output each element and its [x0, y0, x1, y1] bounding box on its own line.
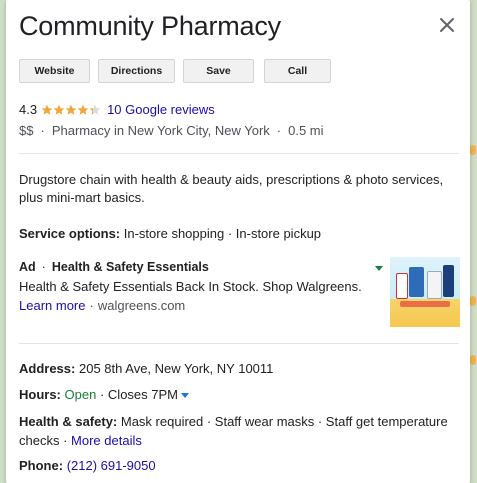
save-button[interactable]: Save [183, 59, 254, 83]
phone-row: Phone: (212) 691-9050 [19, 458, 156, 473]
phone-label: Phone: [19, 458, 64, 473]
map-marker[interactable] [470, 296, 476, 306]
service-options: Service options: In-store shopping · In-… [19, 226, 321, 241]
star-icon [77, 104, 89, 115]
divider [19, 153, 459, 154]
rating-score: 4.3 [19, 102, 38, 117]
price-level: $$ [19, 123, 34, 138]
product-image [409, 267, 424, 297]
call-button[interactable]: Call [264, 59, 331, 83]
more-details-link[interactable]: More details [71, 433, 142, 448]
map-edge[interactable] [469, 0, 477, 483]
hours-label: Hours: [19, 387, 61, 402]
ad-text: Health & Safety Essentials Back In Stock… [19, 279, 362, 294]
rating-row: 4.3 10 Google reviews [19, 102, 215, 117]
separator-dot: · [99, 387, 105, 402]
product-image [427, 271, 442, 299]
hours-row: Hours: Open · Closes 7PM [19, 387, 189, 402]
health-safety-label: Health & safety: [19, 414, 118, 429]
directions-button[interactable]: Directions [98, 59, 175, 83]
learn-more-link[interactable]: Learn more [19, 298, 85, 313]
ad-image[interactable] [390, 257, 460, 327]
chevron-down-icon[interactable] [181, 393, 189, 399]
meta-row: $$ · Pharmacy in New York City, New York · 0… [19, 123, 324, 138]
star-icon [53, 104, 65, 115]
action-buttons: Website Directions Save Call [19, 59, 331, 83]
place-card: Community Pharmacy Website Directions Sa… [6, 0, 470, 483]
phone-link[interactable]: (212) 691-9050 [67, 458, 156, 473]
address-label: Address: [19, 361, 76, 376]
separator-dot: · [276, 123, 282, 138]
map-marker[interactable] [470, 355, 476, 365]
close-icon[interactable] [436, 14, 458, 36]
category: Pharmacy in New York City, New York [51, 123, 270, 138]
ad-tag: Ad [19, 260, 36, 274]
product-image [443, 265, 454, 297]
reviews-link[interactable]: 10 Google reviews [107, 102, 215, 117]
triangle-down-icon[interactable] [375, 266, 383, 271]
product-image [396, 273, 408, 299]
open-status: Open [64, 387, 97, 402]
separator-dot: · [40, 123, 45, 138]
ad-header: Ad · Health & Safety Essentials [19, 260, 209, 274]
product-shelf [400, 301, 450, 307]
star-icon [89, 104, 101, 115]
divider [19, 343, 459, 344]
star-icon [41, 104, 53, 115]
distance: 0.5 mi [288, 123, 324, 138]
website-button[interactable]: Website [19, 59, 90, 83]
separator-dot: · [41, 260, 46, 274]
service-options-value: In-store shopping · In-store pickup [123, 226, 322, 241]
address-value: 205 8th Ave, New York, NY 10011 [78, 361, 274, 376]
service-options-label: Service options: [19, 226, 121, 241]
map-marker[interactable] [470, 145, 476, 155]
star-icon [65, 104, 77, 115]
closing-time[interactable]: Closes 7PM [108, 387, 178, 402]
ad-title[interactable]: Health & Safety Essentials [52, 260, 209, 274]
star-rating [41, 104, 101, 116]
ad-link-row: Learn more · walgreens.com [19, 298, 186, 313]
health-safety: Health & safety: Mask required · Staff w… [19, 412, 459, 450]
address-row: Address: 205 8th Ave, New York, NY 10011 [19, 361, 273, 376]
ad-host: walgreens.com [97, 298, 186, 313]
description: Drugstore chain with health & beauty aid… [19, 172, 444, 205]
place-title: Community Pharmacy [19, 11, 281, 41]
